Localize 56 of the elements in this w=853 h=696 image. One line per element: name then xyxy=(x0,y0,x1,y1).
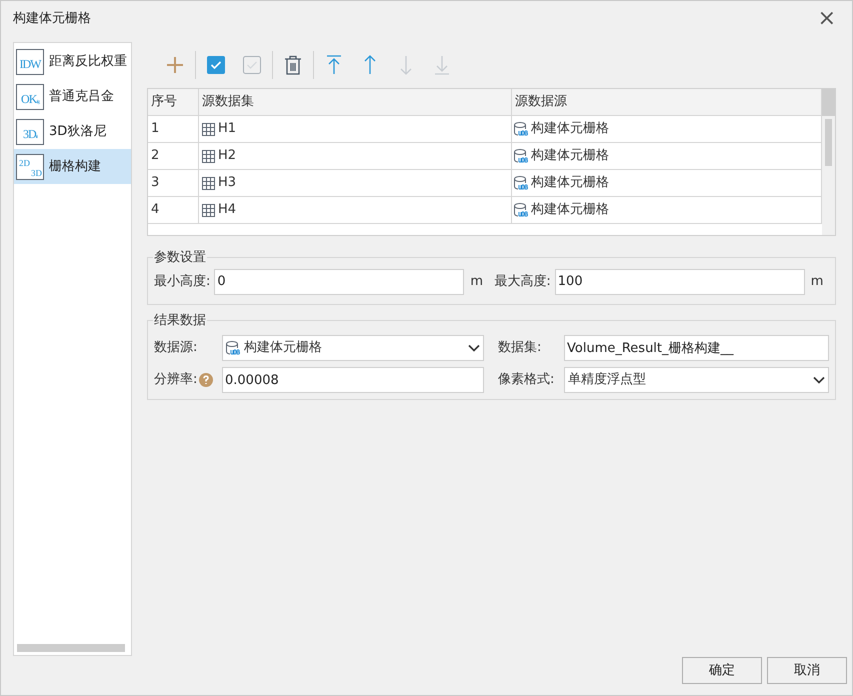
field-label: 最小高度: xyxy=(154,272,210,291)
table-cell: H2 xyxy=(199,143,512,169)
pixel-format-dropdown[interactable]: 单精度浮点型 xyxy=(564,367,829,393)
datasource-dropdown[interactable]: 构建体元栅格 xyxy=(222,335,484,361)
arrow-down-icon xyxy=(398,55,414,75)
checkbox-checked-icon xyxy=(207,56,225,74)
group-title: 参数设置 xyxy=(153,249,207,267)
group-title: 结果数据 xyxy=(153,312,207,330)
unit-label: m xyxy=(810,272,824,291)
resolution-field[interactable]: 0.00008 xyxy=(222,367,484,393)
arrow-up-icon xyxy=(362,55,378,75)
checkbox-icon xyxy=(243,56,261,74)
field-label: 分辨率: xyxy=(154,371,198,390)
field-label: 数据源: xyxy=(154,339,198,358)
plus-icon xyxy=(166,56,184,74)
table-cell: 3 xyxy=(148,170,199,196)
unit-label: m xyxy=(470,272,484,291)
field-label: 最大高度: xyxy=(494,272,551,291)
grid-icon xyxy=(202,176,215,190)
database-icon xyxy=(514,149,529,163)
dialog-button[interactable]: 确定 xyxy=(682,657,762,684)
field-label: 数据集: xyxy=(498,339,542,358)
caret-icon xyxy=(468,344,480,352)
close-button[interactable]: × xyxy=(818,8,836,30)
trash-icon xyxy=(284,55,302,75)
scrollbar[interactable] xyxy=(825,119,832,166)
table-cell: 2 xyxy=(148,143,199,169)
move-bottom-icon xyxy=(434,55,450,75)
grid-icon xyxy=(202,122,215,136)
database-icon xyxy=(514,122,529,136)
dataset-name-field[interactable]: Volume_Result_栅格构建__ xyxy=(564,335,829,361)
method-item[interactable]: IDW 距离反比权重 xyxy=(14,44,131,79)
database-icon xyxy=(514,203,529,217)
max-height-field[interactable]: 100 xyxy=(554,268,805,294)
method-logo: IDW xyxy=(16,48,44,74)
table-cell: 4 xyxy=(148,197,199,223)
window-title: 构建体元栅格 xyxy=(13,10,91,28)
database-icon xyxy=(226,341,241,355)
column-header[interactable]: 源数据集 xyxy=(199,89,512,115)
grid-icon xyxy=(202,150,215,162)
column-header[interactable]: 序号 xyxy=(148,89,199,115)
help-icon[interactable] xyxy=(199,373,214,387)
move-top-icon xyxy=(326,55,342,75)
min-height-field[interactable]: 0 xyxy=(214,268,464,294)
table-cell: H1 xyxy=(199,116,512,142)
scrollbar[interactable] xyxy=(17,644,125,652)
database-icon xyxy=(514,176,529,190)
grid-icon xyxy=(202,204,215,216)
dialog-button[interactable]: 取消 xyxy=(767,657,847,684)
field-label: 像素格式: xyxy=(498,371,556,390)
caret-icon xyxy=(813,376,825,384)
table-cell: H3 xyxy=(199,170,512,196)
table-cell: H4 xyxy=(199,197,512,223)
method-logo: 2D 3D xyxy=(16,154,44,180)
method-item[interactable]: 2D 3D 栅格构建 xyxy=(14,149,131,184)
table-cell: 1 xyxy=(148,116,199,142)
